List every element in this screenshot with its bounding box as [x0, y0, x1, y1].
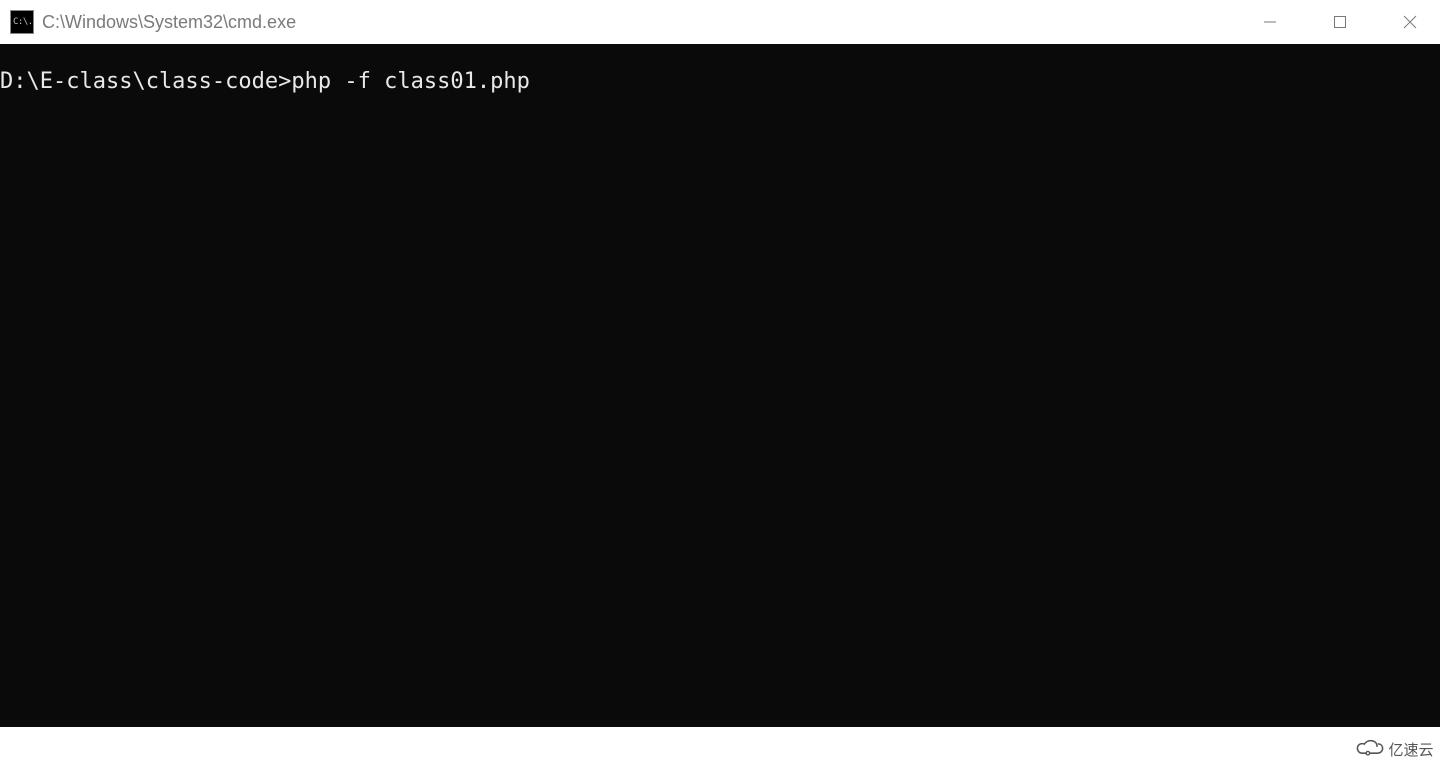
cmd-icon-label: C:\.	[13, 17, 33, 27]
maximize-button[interactable]	[1305, 0, 1375, 44]
terminal-line: D:\E-class\class-code>php -f class01.php	[0, 68, 1440, 97]
watermark: 亿速云	[1345, 727, 1445, 771]
minimize-icon	[1262, 14, 1278, 30]
close-icon	[1402, 14, 1418, 30]
terminal-command: php -f class01.php	[291, 69, 529, 94]
minimize-button[interactable]	[1235, 0, 1305, 44]
bottom-left-bar	[0, 759, 160, 771]
terminal-area[interactable]: D:\E-class\class-code>php -f class01.php	[0, 44, 1440, 727]
window-title: C:\Windows\System32\cmd.exe	[42, 12, 296, 33]
close-button[interactable]	[1375, 0, 1445, 44]
terminal-prompt: D:\E-class\class-code>	[0, 69, 291, 94]
window-titlebar: C:\. C:\Windows\System32\cmd.exe	[0, 0, 1445, 44]
window-controls	[1235, 0, 1445, 44]
cloud-icon	[1356, 739, 1384, 759]
cmd-icon: C:\.	[10, 10, 34, 34]
maximize-icon	[1333, 15, 1347, 29]
watermark-text: 亿速云	[1388, 739, 1433, 760]
